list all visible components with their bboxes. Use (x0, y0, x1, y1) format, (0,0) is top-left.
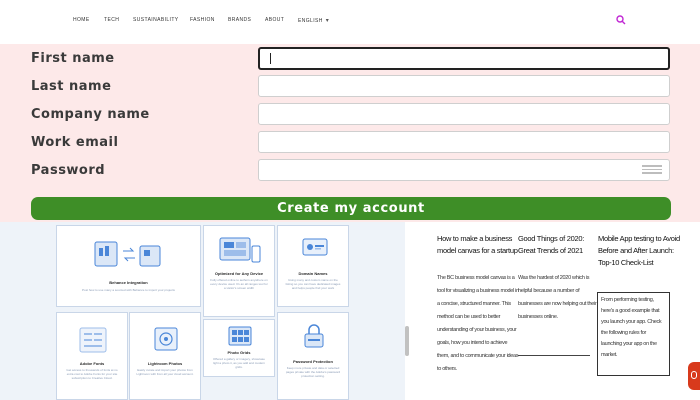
article-body: The BC business model canvas is a tool f… (437, 275, 519, 372)
grid-icon (228, 326, 252, 346)
feature-card-domain[interactable]: Domain Names Using many and custom name … (277, 225, 349, 307)
article-title[interactable]: How to make a business model canvas for … (437, 233, 519, 257)
lock-icon (304, 324, 324, 348)
language-label: ENGLISH (298, 18, 323, 24)
card-title: Domain Names (298, 271, 328, 276)
feature-card-fonts[interactable]: Adobe Fonts Get access to thousands of f… (56, 312, 128, 400)
article-title[interactable]: Good Things of 2020: Great Trends of 202… (518, 233, 598, 257)
card-description: Keep more private and data or selected p… (285, 366, 341, 378)
search-icon[interactable] (615, 14, 627, 26)
chat-widget-button[interactable] (688, 362, 700, 390)
work-email-label: Work email (31, 135, 119, 150)
article-body: Was the hardest of 2020 which is helpful… (518, 275, 597, 320)
divider (518, 355, 590, 356)
nav-item-about[interactable]: ABOUT (265, 17, 284, 23)
scrollbar-thumb[interactable] (405, 326, 409, 356)
article-body: From performing testing, here's a good e… (601, 297, 662, 358)
lightroom-icon (154, 327, 178, 351)
card-description: Using many and custom name on the listin… (285, 278, 341, 290)
devices-icon (219, 237, 261, 263)
behance-sync-icon (94, 241, 161, 267)
nav-item-brands[interactable]: BRANDS (228, 17, 251, 23)
feature-card-photo-grids[interactable]: Photo Grids Offered a gallery or imagery… (203, 319, 275, 377)
nav-item-home[interactable]: HOME (73, 17, 90, 23)
create-account-button[interactable]: Create my account (31, 197, 671, 220)
feature-card-password[interactable]: Password Protection Keep more private an… (277, 312, 349, 400)
last-name-label: Last name (31, 79, 112, 94)
language-selector[interactable]: ENGLISH ▾ (298, 17, 329, 24)
features-panel: Behance Integration Post how to use many… (0, 222, 405, 400)
nav-item-sustainability[interactable]: SUSTAINABILITY (133, 17, 179, 23)
password-manager-icon[interactable] (642, 165, 662, 175)
card-description: Fully offered online to authors anywhere… (210, 278, 268, 290)
first-name-label: First name (31, 51, 115, 66)
feature-card-devices[interactable]: Optimized for Any Device Fully offered o… (203, 225, 275, 317)
articles-panel: How to make a business model canvas for … (410, 222, 700, 400)
card-title: Behance Integration (109, 280, 148, 285)
card-description: Easily curate and import your photos fro… (136, 368, 194, 376)
feature-card-lightroom[interactable]: Lightroom Photos Easily curate and impor… (129, 312, 201, 400)
chat-icon (691, 371, 697, 379)
last-name-input[interactable] (258, 75, 670, 97)
card-description: Offered a gallery or imagery, showcase l… (213, 357, 265, 369)
feature-card-behance[interactable]: Behance Integration Post how to use many… (56, 225, 201, 307)
card-title: Lightroom Photos (147, 361, 183, 366)
card-title: Password Protection (293, 359, 333, 364)
company-name-input[interactable] (258, 103, 670, 125)
card-title: Optimized for Any Device (214, 271, 264, 276)
card-title: Photo Grids (227, 350, 251, 355)
article-title[interactable]: Mobile App testing to Avoid Before and A… (598, 233, 682, 269)
chevron-down-icon: ▾ (325, 18, 330, 24)
text-caret (270, 53, 271, 64)
domain-icon (302, 238, 328, 256)
first-name-input[interactable] (258, 47, 670, 70)
password-label: Password (31, 163, 106, 178)
nav-item-tech[interactable]: TECH (104, 17, 119, 23)
company-name-label: Company name (31, 107, 150, 122)
top-navigation: HOME TECH SUSTAINABILITY FASHION BRANDS … (0, 0, 700, 44)
card-description: Post how to use many a sourced with Beha… (82, 288, 175, 292)
password-input[interactable] (258, 159, 670, 181)
signup-form: First name Last name Company name Work e… (0, 44, 700, 222)
card-description: Get access to thousands of fonts at no e… (66, 368, 118, 380)
fonts-icon (79, 327, 107, 353)
card-title: Adobe Fonts (79, 361, 105, 366)
article-excerpt-box: From performing testing, here's a good e… (597, 292, 670, 376)
work-email-input[interactable] (258, 131, 670, 153)
nav-item-fashion[interactable]: FASHION (190, 17, 215, 23)
